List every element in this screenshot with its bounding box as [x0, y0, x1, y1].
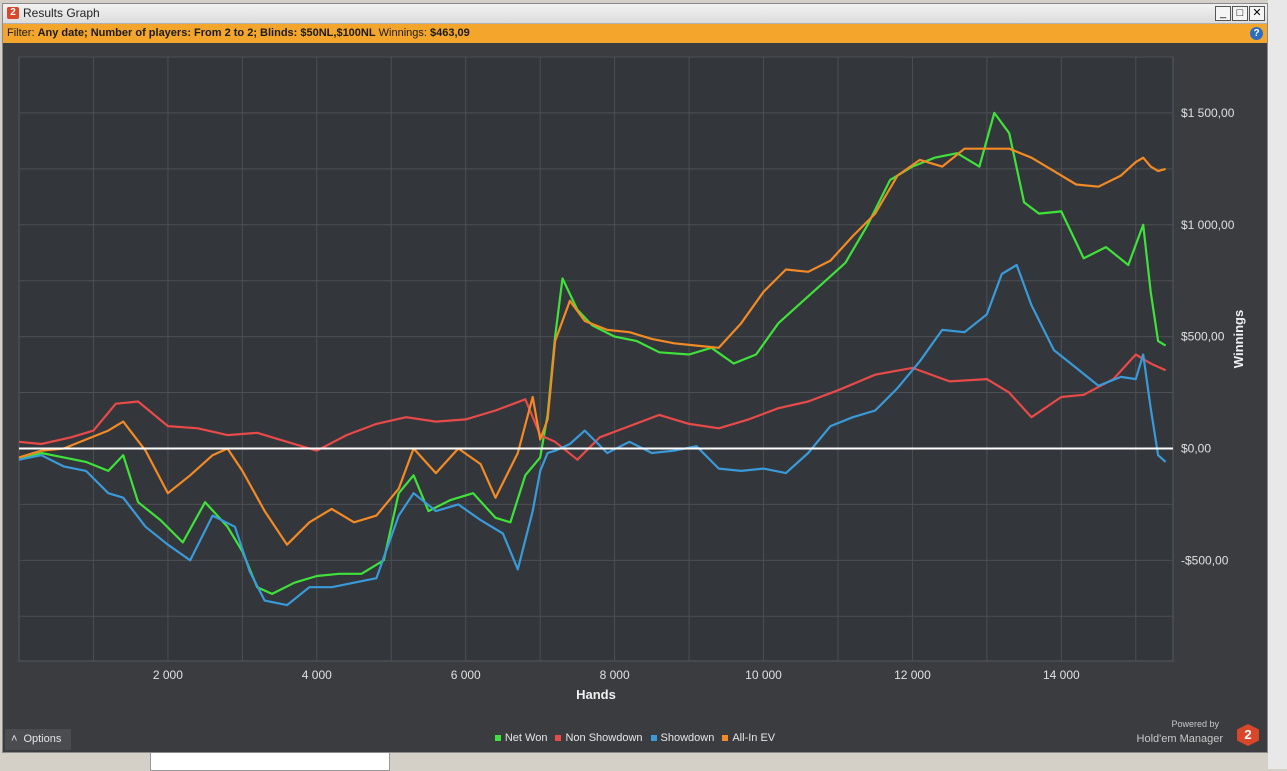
winnings-label: Winnings:	[378, 27, 427, 39]
branding: Powered by Hold'em Manager 2	[1137, 719, 1259, 747]
y-tick-label: $1 500,00	[1181, 106, 1235, 120]
powered-by-text: Powered by	[1171, 719, 1219, 729]
filter-text: Any date; Number of players: From 2 to 2…	[37, 27, 376, 39]
results-chart: 2 000 4 000 6 000 8 000 10 000 12 000 14 000 -$…	[18, 56, 1246, 702]
y-tick-label: $0,00	[1181, 441, 1211, 455]
legend-label: Net Won	[504, 732, 548, 744]
legend-item[interactable]: Non Showdown	[555, 732, 643, 744]
legend-item[interactable]: Net Won	[494, 732, 548, 744]
y-tick-label: $500,00	[1181, 330, 1225, 344]
background-window-strip	[150, 752, 390, 771]
close-button[interactable]: ✕	[1249, 6, 1265, 21]
app-logo-icon: 2	[7, 7, 19, 19]
brand-name: Hold'em Manager	[1136, 733, 1223, 745]
winnings-value: $463,09	[430, 27, 470, 39]
y-axis-label: Winnings	[1231, 310, 1246, 368]
y-tick-label: -$500,00	[1181, 553, 1229, 567]
legend-label: Non Showdown	[565, 732, 643, 744]
chart-legend: Net Won Non Showdown Showdown All-In EV	[3, 732, 1267, 744]
legend-swatch	[494, 735, 501, 742]
background-window-edge	[1268, 0, 1287, 769]
legend-item[interactable]: All-In EV	[722, 732, 775, 744]
legend-swatch	[650, 735, 657, 742]
hem-logo-icon: 2	[1237, 724, 1259, 746]
legend-swatch	[722, 735, 729, 742]
x-tick-label: 4 000	[302, 668, 332, 682]
minimize-button[interactable]: _	[1215, 6, 1231, 21]
x-tick-label: 8 000	[600, 668, 630, 682]
legend-label: All-In EV	[732, 732, 776, 744]
y-tick-label: $1 000,00	[1181, 218, 1235, 232]
help-icon[interactable]: ?	[1250, 27, 1263, 40]
legend-label: Showdown	[660, 732, 715, 744]
x-tick-label: 14 000	[1043, 668, 1080, 682]
x-tick-label: 2 000	[153, 668, 183, 682]
filter-label: Filter:	[7, 27, 35, 39]
legend-item[interactable]: Showdown	[650, 732, 715, 744]
title-bar[interactable]: 2 Results Graph _ □ ✕	[3, 4, 1267, 24]
legend-swatch	[555, 735, 562, 742]
x-axis-label: Hands	[576, 687, 616, 702]
x-tick-label: 6 000	[451, 668, 481, 682]
results-graph-window: 2 Results Graph _ □ ✕ Filter: Any date; …	[2, 3, 1268, 753]
filter-bar[interactable]: Filter: Any date; Number of players: Fro…	[3, 24, 1267, 43]
x-tick-label: 12 000	[894, 668, 931, 682]
window-title: Results Graph	[23, 6, 100, 20]
maximize-button[interactable]: □	[1232, 6, 1248, 21]
x-tick-label: 10 000	[745, 668, 782, 682]
